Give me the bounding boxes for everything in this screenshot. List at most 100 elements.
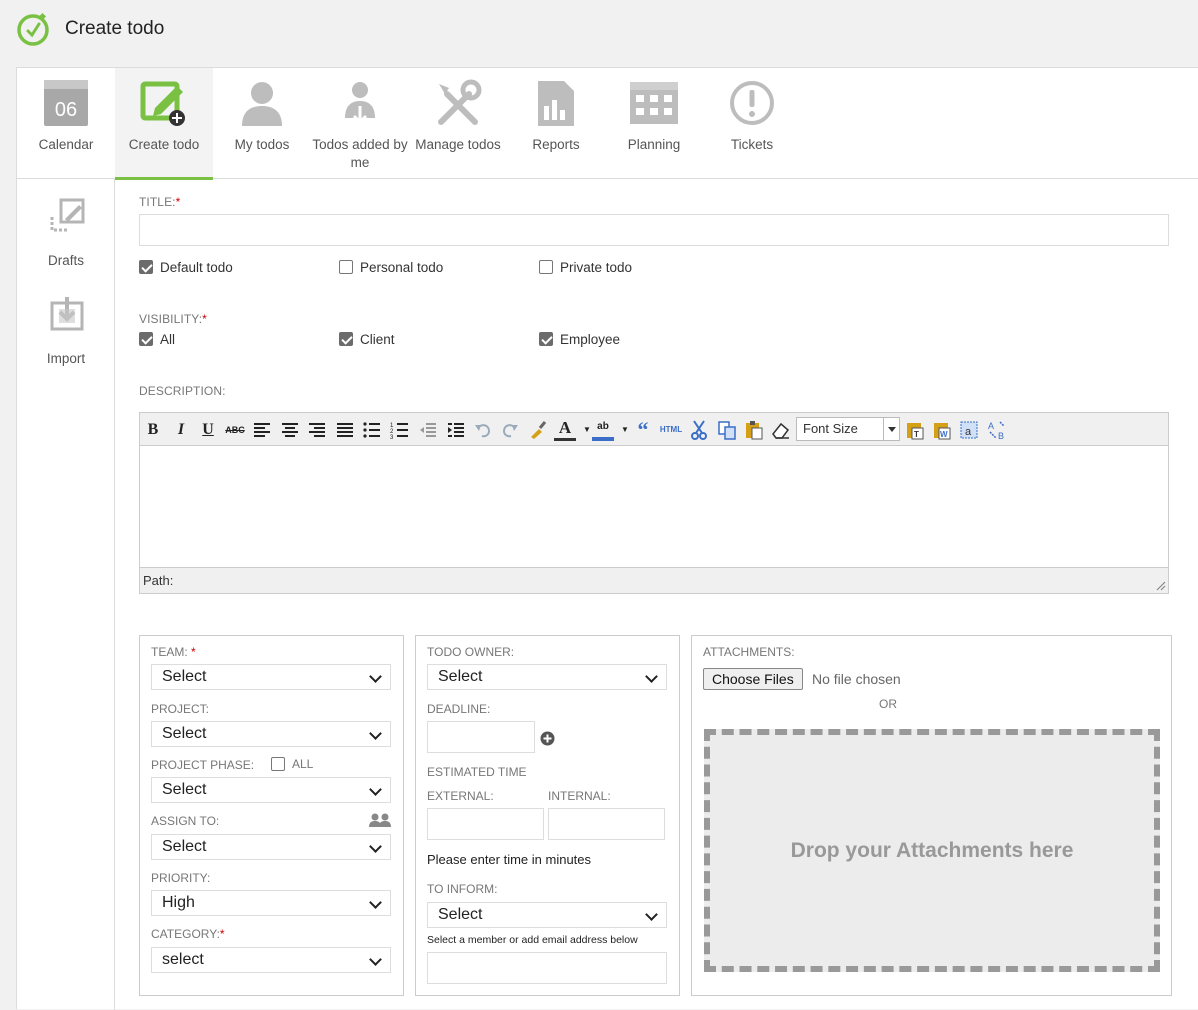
inform-email-input[interactable] [427,952,667,984]
align-left-icon[interactable] [251,419,273,441]
default-todo-checkbox[interactable]: Default todo [139,258,233,276]
outdent-icon[interactable] [417,419,439,441]
resize-handle-icon[interactable] [1154,579,1166,591]
select-all-icon[interactable]: a [958,419,980,441]
or-separator: OR [879,697,897,711]
cut-icon[interactable] [688,419,710,441]
tab-my-todos[interactable]: My todos [213,68,311,179]
assign-to-label: ASSIGN TO: [151,814,220,828]
svg-text:W: W [940,430,948,439]
title-label: TITLE:* [139,195,181,209]
sidebar-item-drafts[interactable]: Drafts [17,197,115,277]
description-editor-area[interactable] [140,446,1168,567]
redo-icon[interactable] [499,419,521,441]
personal-todo-checkbox[interactable]: Personal todo [339,258,443,276]
tab-label: Todos added by me [312,137,408,170]
visibility-all-checkbox[interactable]: All [139,330,175,348]
paste-word-icon[interactable]: W [931,419,953,441]
external-label: EXTERNAL: [427,789,494,803]
tab-tickets[interactable]: Tickets [703,68,801,179]
checkbox-box[interactable] [139,332,153,346]
checkbox-box[interactable] [539,332,553,346]
html-source-icon[interactable]: HTML [658,419,684,441]
tab-label: Tickets [730,137,774,152]
category-select[interactable]: select [151,947,391,973]
dropzone-text: Drop your Attachments here [790,838,1074,862]
font-size-label: Font Size [803,421,858,436]
checkbox-box[interactable] [339,332,353,346]
checkbox-label: Employee [560,331,621,347]
internal-label: INTERNAL: [548,789,611,803]
page-header: Create todo [0,0,1198,60]
checkbox-label: ALL [292,757,314,771]
checkbox-label: Default todo [160,259,233,275]
schedule-panel: TODO OWNER: Select DEADLINE: ESTIMATED T… [415,635,680,996]
add-circle-icon[interactable] [540,731,555,746]
todo-owner-select[interactable]: Select [427,664,667,690]
tab-create-todo[interactable]: Create todo [115,68,213,180]
project-select[interactable]: Select [151,721,391,747]
visibility-employee-checkbox[interactable]: Employee [539,330,620,348]
highlight-color-icon[interactable]: ab [592,419,614,441]
paste-text-icon[interactable]: T [904,419,926,441]
align-justify-icon[interactable] [334,419,356,441]
visibility-client-checkbox[interactable]: Client [339,330,395,348]
module-tabbar: 06 Calendar Create todo My todos Todos a… [17,68,1198,180]
clean-format-icon[interactable] [527,419,549,441]
tab-label: Create todo [128,137,200,152]
project-label: PROJECT: [151,702,210,716]
project-phase-select[interactable]: Select [151,777,391,803]
title-input[interactable] [139,214,1169,246]
checkbox-box[interactable] [271,757,285,771]
tab-planning[interactable]: Planning [605,68,703,179]
paste-icon[interactable] [743,419,765,441]
drafts-icon [50,198,85,232]
strikethrough-icon[interactable]: ABC [224,419,246,441]
text-color-icon[interactable]: A [554,419,576,441]
deadline-input[interactable] [427,721,535,753]
copy-icon[interactable] [716,419,738,441]
description-label: DESCRIPTION: [139,384,226,398]
tab-reports[interactable]: Reports [507,68,605,179]
to-inform-select[interactable]: Select [427,902,667,928]
private-todo-checkbox[interactable]: Private todo [539,258,632,276]
minutes-hint: Please enter time in minutes [427,852,592,867]
team-select[interactable]: Select [151,664,391,690]
align-center-icon[interactable] [279,419,301,441]
priority-label: PRIORITY: [151,871,211,885]
choose-files-button[interactable]: Choose Files [703,668,803,690]
checkbox-box[interactable] [139,260,153,274]
undo-icon[interactable] [472,419,494,441]
tab-label: Manage todos [415,137,501,152]
phase-all-checkbox[interactable]: ALL [271,755,313,773]
planning-calendar-icon [630,82,678,124]
tab-manage-todos[interactable]: Manage todos [409,68,507,179]
checkbox-box[interactable] [539,260,553,274]
users-icon[interactable] [368,813,392,827]
checkbox-label: Client [360,331,395,347]
external-time-input[interactable] [427,808,544,840]
numbered-list-icon[interactable]: 123 [389,419,411,441]
checkbox-box[interactable] [339,260,353,274]
blockquote-icon[interactable]: “ [632,419,654,441]
align-right-icon[interactable] [306,419,328,441]
tab-todos-added-by-me[interactable]: Todos added by me [311,68,409,179]
main-content: 06 Calendar Create todo My todos Todos a… [16,67,1198,1010]
bullet-list-icon[interactable] [361,419,383,441]
tab-calendar[interactable]: 06 Calendar [17,68,115,179]
attachments-dropzone[interactable]: Drop your Attachments here [704,729,1160,972]
priority-select[interactable]: High [151,890,391,916]
estimated-time-label: ESTIMATED TIME [427,765,527,779]
bold-icon[interactable]: B [142,419,164,441]
indent-icon[interactable] [445,419,467,441]
internal-time-input[interactable] [548,808,665,840]
assign-to-select[interactable]: Select [151,834,391,860]
sidebar-item-import[interactable]: Import [17,295,115,375]
underline-icon[interactable]: U [197,419,219,441]
deadline-label: DEADLINE: [427,702,491,716]
visibility-label: VISIBILITY:* [139,312,207,326]
italic-icon[interactable]: I [170,419,192,441]
find-replace-icon[interactable]: AB [986,419,1008,441]
eraser-icon[interactable] [770,419,792,441]
font-size-select[interactable]: Font Size [796,417,900,441]
